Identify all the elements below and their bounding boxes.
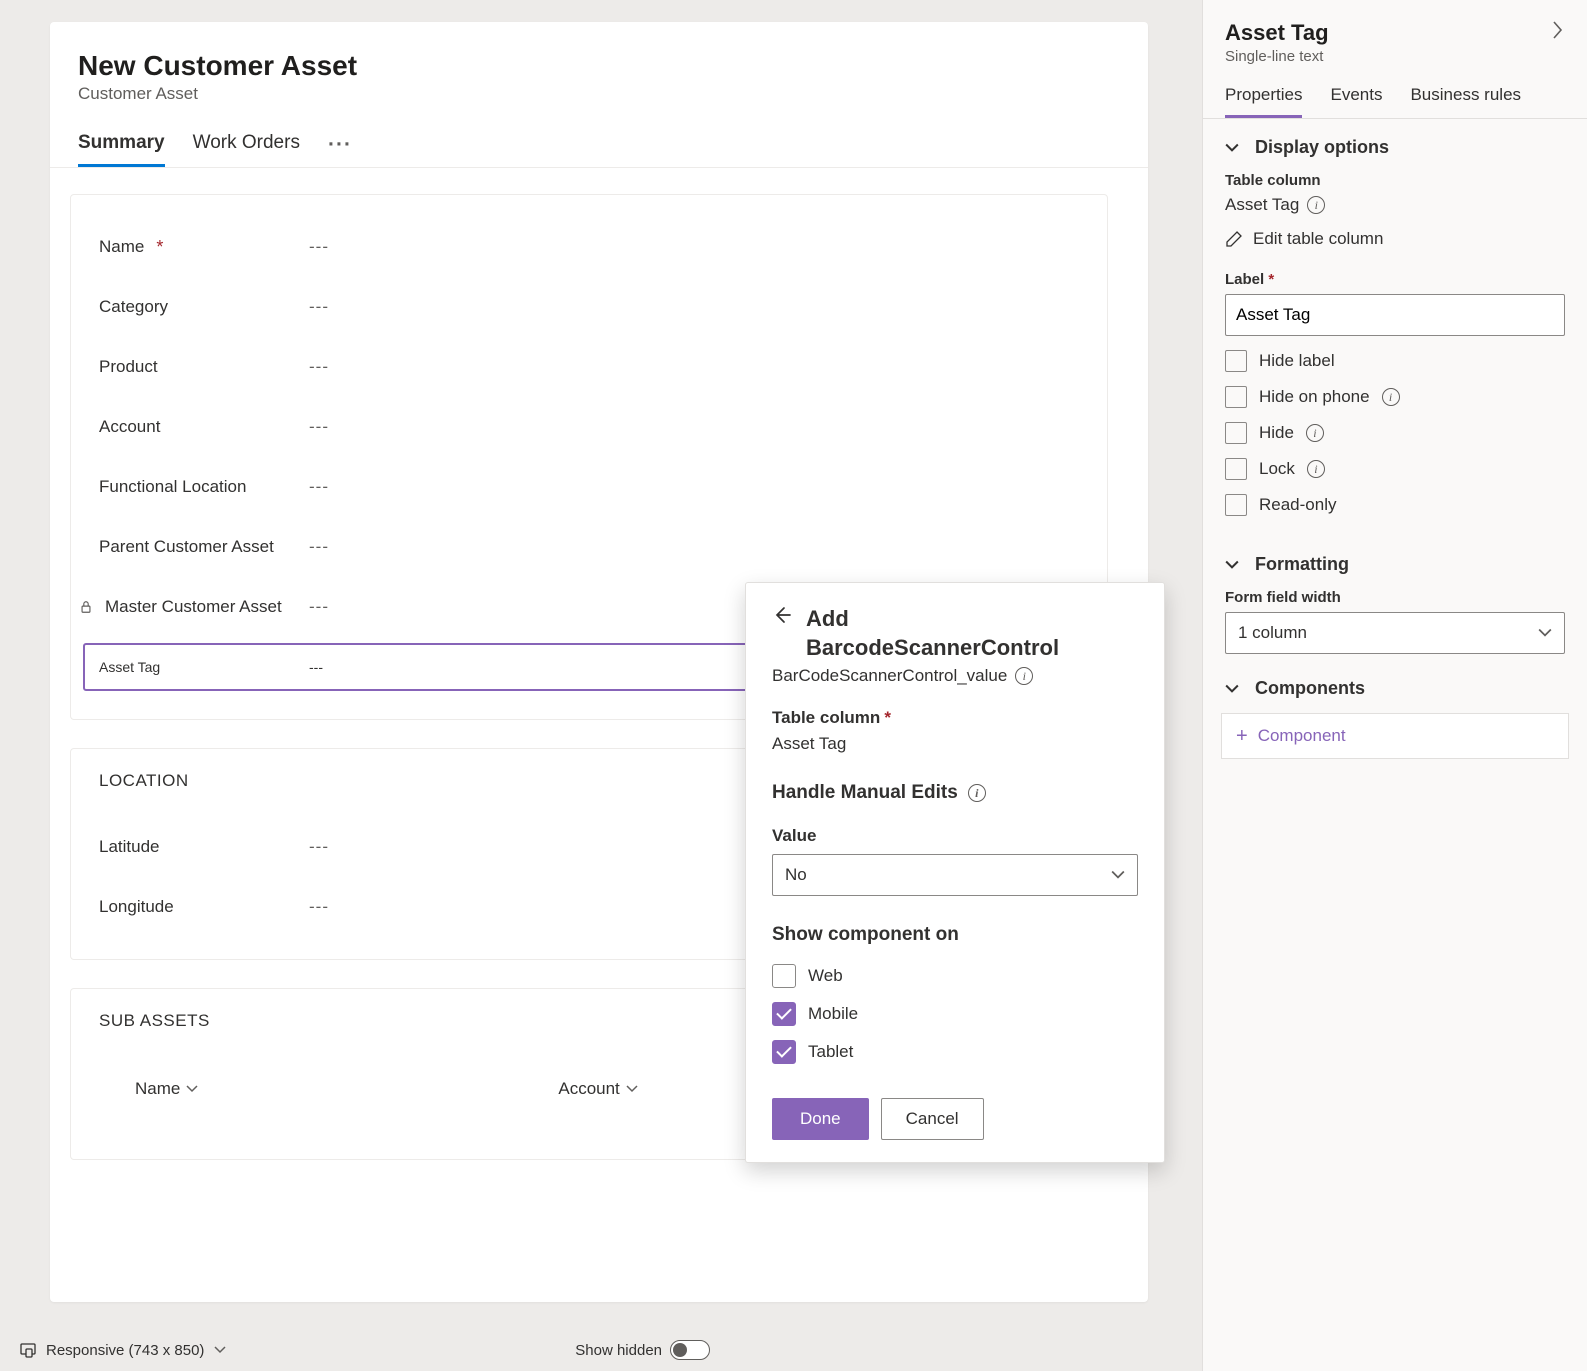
- field-parent-customer-asset[interactable]: Parent Customer Asset ---: [99, 517, 1079, 577]
- display-options-header[interactable]: Display options: [1225, 137, 1565, 158]
- panel-tab-business-rules[interactable]: Business rules: [1410, 85, 1521, 118]
- hide-label-checkbox[interactable]: [1225, 350, 1247, 372]
- add-component-flyout: Add BarcodeScannerControl BarCodeScanner…: [745, 582, 1165, 1163]
- tab-overflow-icon[interactable]: ···: [328, 133, 352, 167]
- flyout-title-main: BarcodeScannerControl: [806, 635, 1059, 660]
- show-on-tablet-checkbox[interactable]: [772, 1040, 796, 1064]
- bottom-bar: Responsive (743 x 850) Show hidden: [0, 1329, 1170, 1371]
- field-category[interactable]: Category ---: [99, 277, 1079, 337]
- info-icon[interactable]: i: [1382, 388, 1400, 406]
- field-master-customer-asset-label: Master Customer Asset: [105, 596, 282, 617]
- form-field-width-label: Form field width: [1225, 589, 1565, 606]
- form-title: New Customer Asset: [78, 50, 1120, 82]
- flyout-title-prefix: Add: [806, 606, 849, 631]
- read-only-checkbox[interactable]: [1225, 494, 1247, 516]
- add-component-button[interactable]: + Component: [1221, 713, 1569, 759]
- form-tabs: Summary Work Orders ···: [50, 114, 1148, 168]
- field-name-label: Name: [99, 237, 144, 257]
- back-arrow-icon[interactable]: [772, 605, 792, 631]
- info-icon[interactable]: i: [1015, 667, 1033, 685]
- plus-icon: +: [1236, 726, 1248, 746]
- panel-tab-events[interactable]: Events: [1330, 85, 1382, 118]
- pencil-icon: [1225, 230, 1243, 248]
- required-icon: *: [156, 237, 163, 258]
- show-hidden-label: Show hidden: [575, 1342, 662, 1359]
- chevron-down-icon: [1225, 558, 1239, 572]
- flyout-table-column-value: Asset Tag: [772, 734, 1138, 754]
- panel-section-components: Components: [1203, 660, 1587, 699]
- panel-section-formatting: Formatting Form field width 1 column: [1203, 536, 1587, 660]
- chevron-down-icon: [214, 1344, 226, 1356]
- field-account-label: Account: [99, 417, 160, 437]
- info-icon[interactable]: i: [968, 784, 986, 802]
- edit-table-column-link[interactable]: Edit table column: [1225, 229, 1565, 249]
- chevron-down-icon: [1225, 141, 1239, 155]
- collapse-panel-icon[interactable]: [1551, 20, 1565, 46]
- show-hidden-toggle[interactable]: [670, 1340, 710, 1360]
- components-header[interactable]: Components: [1225, 678, 1565, 699]
- value-label: Value: [772, 826, 816, 845]
- chevron-down-icon: [186, 1083, 198, 1095]
- column-name[interactable]: Name: [135, 1079, 198, 1099]
- responsive-selector[interactable]: Responsive (743 x 850): [20, 1342, 226, 1359]
- tab-work-orders[interactable]: Work Orders: [193, 132, 300, 167]
- table-column-value: Asset Tag: [1225, 195, 1299, 215]
- panel-section-display: Display options Table column Asset Tag i…: [1203, 119, 1587, 536]
- device-icon: [20, 1342, 36, 1358]
- form-field-width-select[interactable]: 1 column: [1225, 612, 1565, 654]
- field-functional-location-value: ---: [309, 477, 1079, 497]
- show-on-web-checkbox[interactable]: [772, 964, 796, 988]
- field-category-value: ---: [309, 297, 1079, 317]
- column-account[interactable]: Account: [558, 1079, 637, 1099]
- field-name[interactable]: Name * ---: [99, 217, 1079, 277]
- field-product[interactable]: Product ---: [99, 337, 1079, 397]
- table-column-label: Table column: [1225, 172, 1565, 189]
- chevron-down-icon: [626, 1083, 638, 1095]
- info-icon[interactable]: i: [1306, 424, 1324, 442]
- panel-tab-properties[interactable]: Properties: [1225, 85, 1302, 118]
- field-functional-location[interactable]: Functional Location ---: [99, 457, 1079, 517]
- form-subtitle: Customer Asset: [78, 84, 1120, 104]
- field-account[interactable]: Account ---: [99, 397, 1079, 457]
- field-category-label: Category: [99, 297, 168, 317]
- field-latitude-label: Latitude: [99, 837, 160, 857]
- field-functional-location-label: Functional Location: [99, 477, 246, 497]
- formatting-header[interactable]: Formatting: [1225, 554, 1565, 575]
- hide-on-phone-checkbox[interactable]: [1225, 386, 1247, 408]
- hide-checkbox[interactable]: [1225, 422, 1247, 444]
- info-icon[interactable]: i: [1307, 196, 1325, 214]
- handle-manual-edits-label: Handle Manual Edits: [772, 782, 958, 804]
- field-account-value: ---: [309, 417, 1079, 437]
- field-product-value: ---: [309, 357, 1079, 377]
- field-product-label: Product: [99, 357, 158, 377]
- field-name-value: ---: [309, 237, 1079, 257]
- value-select[interactable]: No: [772, 854, 1138, 896]
- show-component-on-label: Show component on: [772, 924, 1138, 946]
- chevron-down-icon: [1111, 868, 1125, 882]
- flyout-subtitle: BarCodeScannerControl_value: [772, 666, 1007, 686]
- field-longitude-label: Longitude: [99, 897, 174, 917]
- tab-summary[interactable]: Summary: [78, 132, 165, 167]
- form-header: New Customer Asset Customer Asset: [50, 22, 1148, 114]
- chevron-down-icon: [1538, 626, 1552, 640]
- label-input[interactable]: [1225, 294, 1565, 336]
- field-parent-customer-asset-value: ---: [309, 537, 1079, 557]
- flyout-table-column-label: Table column: [772, 708, 880, 727]
- info-icon[interactable]: i: [1307, 460, 1325, 478]
- field-parent-customer-asset-label: Parent Customer Asset: [99, 536, 274, 557]
- show-on-mobile-checkbox[interactable]: [772, 1002, 796, 1026]
- chevron-down-icon: [1225, 682, 1239, 696]
- lock-icon: [79, 600, 93, 614]
- panel-title: Asset Tag: [1225, 20, 1329, 46]
- panel-subtitle: Single-line text: [1225, 48, 1329, 65]
- cancel-button[interactable]: Cancel: [881, 1098, 984, 1140]
- done-button[interactable]: Done: [772, 1098, 869, 1140]
- label-field-label: Label: [1225, 271, 1264, 288]
- lock-checkbox[interactable]: [1225, 458, 1247, 480]
- properties-panel: Asset Tag Single-line text Properties Ev…: [1202, 0, 1587, 1371]
- field-asset-tag-label: Asset Tag: [99, 659, 160, 675]
